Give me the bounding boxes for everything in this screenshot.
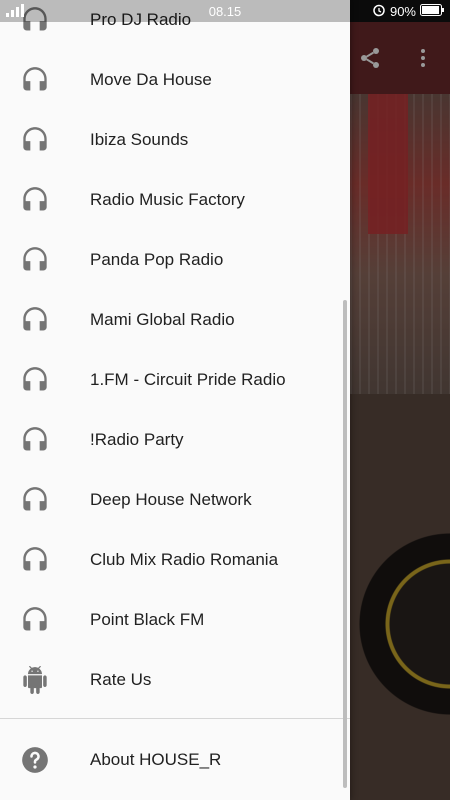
headphones-icon — [21, 186, 49, 214]
drawer-item-label: About HOUSE_R — [90, 750, 222, 769]
drawer-item-radio-party[interactable]: !Radio Party — [0, 410, 350, 470]
headphones-icon — [21, 546, 49, 574]
drawer-item-about[interactable]: About HOUSE_R — [0, 730, 350, 790]
battery-percent: 90% — [389, 4, 416, 19]
drawer-item-mami-global-radio[interactable]: Mami Global Radio — [0, 290, 350, 350]
drawer-item-label: Mami Global Radio — [90, 310, 235, 329]
drawer-item-label: Point Black FM — [90, 610, 205, 629]
headphones-icon — [21, 66, 49, 94]
headphones-icon — [21, 486, 49, 514]
drawer-item-club-mix-radio-romania[interactable]: Club Mix Radio Romania — [0, 530, 350, 590]
headphones-icon — [21, 606, 49, 634]
drawer-item-1fm-circuit-pride-radio[interactable]: 1.FM - Circuit Pride Radio — [0, 350, 350, 410]
drawer-item-label: Rate Us — [90, 670, 152, 689]
drawer-item-ibiza-sounds[interactable]: Ibiza Sounds — [0, 110, 350, 170]
navigation-drawer: Pro DJ Radio Move Da House Ibiza Sounds … — [0, 0, 350, 800]
drawer-item-deep-house-network[interactable]: Deep House Network — [0, 470, 350, 530]
drawer-scrollbar[interactable] — [343, 300, 347, 788]
battery-icon — [420, 4, 444, 19]
headphones-icon — [21, 126, 49, 154]
drawer-item-label: Move Da House — [90, 70, 212, 89]
drawer-item-label: Panda Pop Radio — [90, 250, 224, 269]
headphones-icon — [21, 246, 49, 274]
drawer-item-rate-us[interactable]: Rate Us — [0, 650, 350, 710]
drawer-item-label: Deep House Network — [90, 490, 252, 509]
help-icon — [21, 746, 49, 774]
drawer-item-radio-music-factory[interactable]: Radio Music Factory — [0, 170, 350, 230]
status-bar: 08.15 90% — [0, 0, 450, 22]
drawer-item-point-black-fm[interactable]: Point Black FM — [0, 590, 350, 650]
android-icon — [21, 666, 49, 694]
drawer-divider — [0, 718, 350, 719]
headphones-icon — [21, 366, 49, 394]
drawer-item-label: 1.FM - Circuit Pride Radio — [90, 370, 286, 389]
headphones-icon — [21, 426, 49, 454]
drawer-item-label: Ibiza Sounds — [90, 130, 189, 149]
drawer-item-label: Club Mix Radio Romania — [90, 550, 279, 569]
headphones-icon — [21, 306, 49, 334]
drawer-item-label: !Radio Party — [90, 430, 184, 449]
drawer-menu-list: Pro DJ Radio Move Da House Ibiza Sounds … — [0, 0, 350, 710]
drawer-item-panda-pop-radio[interactable]: Panda Pop Radio — [0, 230, 350, 290]
drawer-item-label: Radio Music Factory — [90, 190, 245, 209]
alarm-icon — [372, 3, 386, 20]
drawer-item-move-da-house[interactable]: Move Da House — [0, 50, 350, 110]
